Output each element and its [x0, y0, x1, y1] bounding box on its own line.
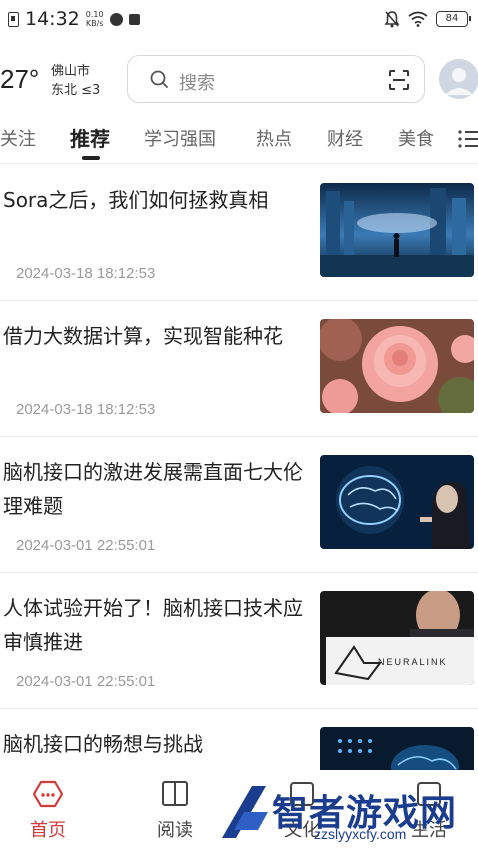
wind-label: 东北 ≤3	[51, 83, 101, 98]
nav-home-label: 首页	[30, 820, 66, 841]
tab-finance[interactable]: 财经	[327, 125, 363, 151]
mute-bell-icon	[384, 11, 400, 28]
tab-recommend[interactable]: 推荐	[70, 123, 110, 152]
book-icon	[162, 781, 188, 806]
active-tab-indicator	[82, 156, 100, 160]
article-thumbnail[interactable]	[320, 183, 474, 277]
watermark-url: zzslyyxcfy.com	[314, 826, 407, 842]
tab-food[interactable]: 美食	[398, 125, 434, 151]
list-item[interactable]: 人体试验开始了！脑机接口技术应审慎推进 2024-03-01 22:55:01 …	[0, 573, 478, 709]
battery-icon: 84	[436, 11, 471, 27]
article-title[interactable]: 脑机接口的激进发展需直面七大伦理难题	[3, 455, 303, 523]
article-thumbnail[interactable]	[320, 319, 474, 413]
neuralink-logo-text: NEURALINK	[378, 657, 448, 667]
tab-follow[interactable]: 关注	[0, 125, 36, 151]
rose-image	[320, 319, 474, 413]
notification-square-icon	[128, 13, 140, 25]
article-title[interactable]: 人体试验开始了！脑机接口技术应审慎推进	[3, 591, 303, 659]
article-date: 2024-03-01 22:55:01	[16, 673, 156, 690]
tab-hot[interactable]: 热点	[256, 125, 292, 151]
search-icon	[150, 70, 168, 88]
header: 27° 佛山市 东北 ≤3 搜索	[0, 52, 478, 108]
article-thumbnail[interactable]	[320, 455, 474, 549]
article-title[interactable]: 借力大数据计算，实现智能种花	[3, 319, 303, 353]
list-item[interactable]: 借力大数据计算，实现智能种花 2024-03-18 18:12:53	[0, 301, 478, 437]
article-date: 2024-03-01 22:55:01	[16, 537, 156, 554]
article-title[interactable]: Sora之后，我们如何拯救真相	[3, 183, 303, 217]
nav-home[interactable]: 首页	[18, 780, 78, 842]
status-bar: 14:32 0.10 KB/s 84	[0, 0, 478, 40]
network-speed: 0.10 KB/s	[85, 10, 104, 28]
city-label: 佛山市	[51, 64, 91, 79]
notification-app-icon	[109, 12, 123, 26]
list-item[interactable]: Sora之后，我们如何拯救真相 2024-03-18 18:12:53	[0, 165, 478, 301]
search-placeholder: 搜索	[179, 73, 215, 94]
article-date: 2024-03-18 18:12:53	[16, 265, 156, 282]
watermark-logo-icon	[222, 786, 268, 838]
channel-tabs: 关注 推荐 学习强国 热点 财经 美食	[0, 120, 478, 164]
sim-card-icon	[8, 11, 19, 27]
nav-reading-label: 阅读	[157, 820, 193, 841]
wifi-icon	[408, 11, 428, 27]
article-date: 2024-03-18 18:12:53	[16, 401, 156, 418]
temperature[interactable]: 27°	[0, 64, 39, 95]
avatar[interactable]	[439, 59, 478, 99]
weather-info[interactable]: 佛山市 东北 ≤3	[51, 62, 100, 100]
article-title[interactable]: 脑机接口的畅想与挑战	[3, 727, 303, 761]
status-time: 14:32	[25, 8, 80, 30]
article-thumbnail[interactable]: NEURALINK	[320, 591, 474, 685]
futuristic-city-image	[320, 183, 474, 277]
home-hexagon-icon	[33, 780, 63, 808]
nav-reading[interactable]: 阅读	[145, 780, 205, 842]
scan-icon[interactable]	[388, 69, 410, 91]
channel-menu-icon[interactable]	[457, 128, 478, 150]
list-item[interactable]: 脑机接口的激进发展需直面七大伦理难题 2024-03-01 22:55:01	[0, 437, 478, 573]
user-icon	[439, 59, 478, 99]
watermark: 智者游戏网 zzslyyxcfy.com	[214, 778, 478, 850]
tab-xuexi-qiangguo[interactable]: 学习强国	[144, 125, 216, 151]
search-input[interactable]: 搜索	[127, 55, 425, 103]
neuralink-image: NEURALINK	[320, 591, 474, 685]
brain-hologram-image	[320, 455, 474, 549]
